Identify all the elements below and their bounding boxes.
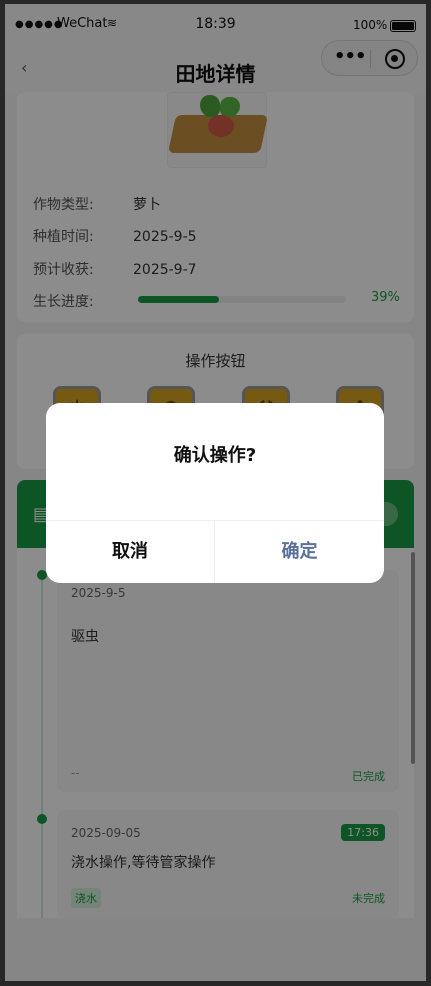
confirm-dialog: 确认操作? 取消 确定 xyxy=(46,403,384,583)
confirm-button[interactable]: 确定 xyxy=(215,521,384,583)
dialog-title: 确认操作? xyxy=(173,445,257,466)
cancel-button[interactable]: 取消 xyxy=(46,521,214,583)
